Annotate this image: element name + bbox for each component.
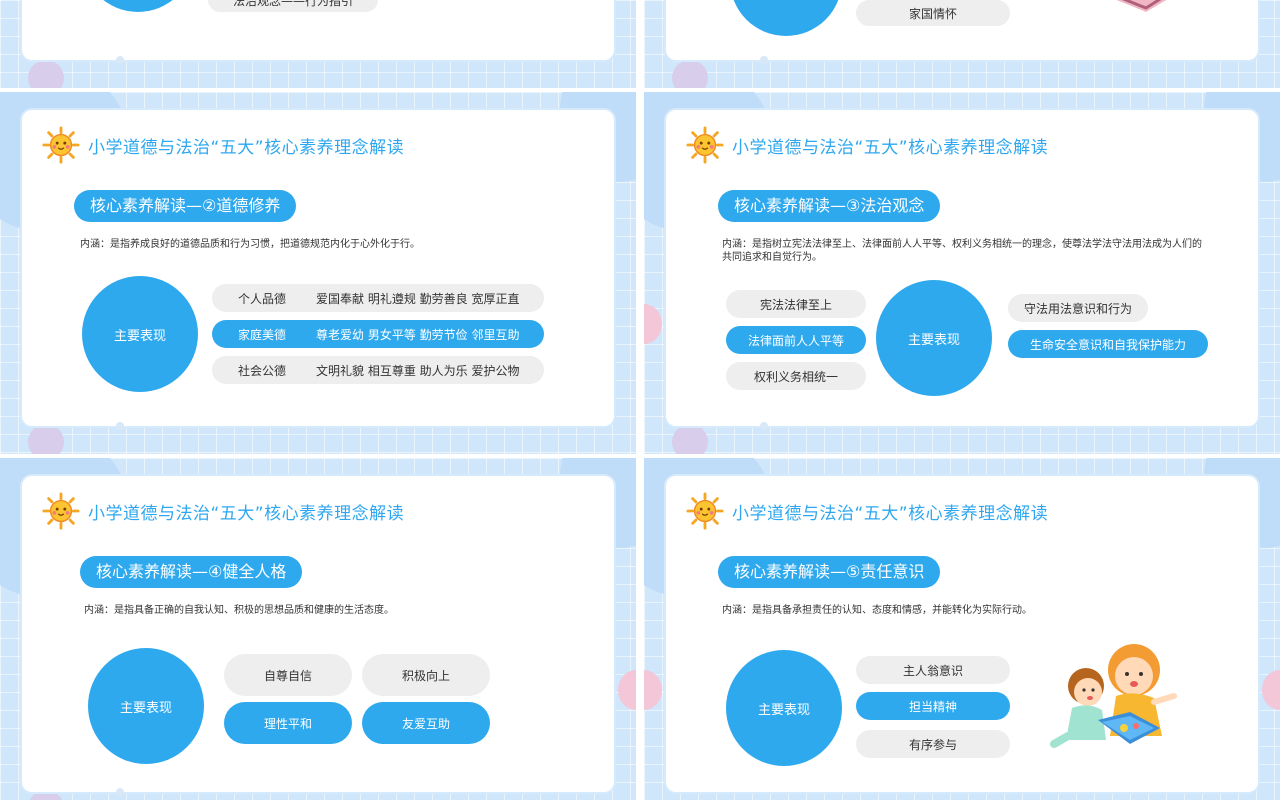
concept-pill: 权利义务相统一 — [726, 362, 866, 390]
section-heading: 核心素养解读—②道德修养 — [74, 190, 297, 222]
sun-icon — [686, 492, 724, 530]
trait-pill: 有序参与 — [856, 730, 1010, 758]
section-heading: 核心素养解读—⑤责任意识 — [718, 556, 941, 588]
card-pin — [116, 788, 124, 796]
concept-pill: 宪法法律至上 — [726, 290, 866, 318]
sun-icon — [42, 126, 80, 164]
slide-title: 小学道德与法治“五大”核心素养理念解读 — [732, 137, 1049, 158]
main-circle — [730, 0, 842, 36]
main-circle: 主要表现 — [88, 648, 204, 764]
slide-title: 小学道德与法治“五大”核心素养理念解读 — [732, 503, 1049, 524]
description-text: 内涵：是指具备正确的自我认知、积极的思想品质和健康的生活态度。 — [84, 605, 394, 616]
pill-label: 法治观念——行为指引 — [232, 0, 353, 8]
slide-card: 小学道德与法治“五大”核心素养理念解读 核心素养解读—③法治观念 内涵：是指树立… — [666, 110, 1258, 426]
card-pin — [116, 422, 124, 430]
slide-card: 小学道德与法治“五大”核心素养理念解读 核心素养解读—②道德修养 内涵：是指养成… — [22, 110, 614, 426]
slide-card: 小学道德与法治“五大”核心素养理念解读 核心素养解读—④健全人格 内涵：是指具备… — [22, 476, 614, 792]
slide-rule-of-law[interactable]: 小学道德与法治“五大”核心素养理念解读 核心素养解读—③法治观念 内涵：是指树立… — [644, 92, 1280, 454]
decor-blob — [672, 60, 708, 88]
section-heading: 核心素养解读—④健全人格 — [80, 556, 303, 588]
trait-pill: 积极向上 — [362, 654, 490, 696]
pill-label: 家国情怀 — [908, 6, 957, 21]
slide-card: 小学道德与法治“五大”核心素养理念解读 核心素养解读—⑤责任意识 内涵：是指具备… — [666, 476, 1258, 792]
main-circle: 主要表现 — [726, 650, 842, 766]
main-circle: 主要表现 — [876, 280, 992, 396]
slide-card: 法治观念——行为指引 — [22, 0, 614, 60]
pill-item: 法治观念——行为指引 — [208, 0, 378, 12]
trait-pill: 理性平和 — [224, 702, 352, 744]
trait-value: 文明礼貌 相互尊重 助人为乐 爱护公物 — [316, 363, 520, 378]
slide-card: 家国情怀 — [666, 0, 1258, 60]
decor-blob — [28, 424, 64, 454]
decor-blob — [644, 304, 662, 344]
main-circle: 主要表现 — [82, 276, 198, 392]
book-illustration — [1116, 0, 1167, 12]
title-row: 小学道德与法治“五大”核心素养理念解读 — [686, 492, 1048, 530]
card-pin — [760, 56, 768, 64]
slide-sense-of-responsibility[interactable]: 小学道德与法治“五大”核心素养理念解读 核心素养解读—⑤责任意识 内涵：是指具备… — [644, 458, 1280, 800]
slide-title: 小学道德与法治“五大”核心素养理念解读 — [88, 503, 405, 524]
title-row: 小学道德与法治“五大”核心素养理念解读 — [42, 126, 404, 164]
trait-pill: 担当精神 — [856, 692, 1010, 720]
title-row: 小学道德与法治“五大”核心素养理念解读 — [686, 126, 1048, 164]
decor-blob — [672, 424, 708, 454]
description-text: 内涵：是指树立宪法法律至上、法律面前人人平等、权利义务相统一的理念，使尊法学法守… — [722, 239, 1202, 263]
trait-value: 尊老爱幼 男女平等 勤劳节俭 邻里互助 — [316, 327, 520, 342]
trait-key: 社会公德 — [237, 363, 286, 378]
trait-pill: 友爱互助 — [362, 702, 490, 744]
decor-blob — [644, 670, 662, 710]
card-pin — [116, 56, 124, 64]
slide-top-right[interactable]: 家国情怀 — [644, 0, 1280, 88]
concept-pill: 生命安全意识和自我保护能力 — [1008, 330, 1208, 358]
pill-item: 家国情怀 — [856, 0, 1010, 26]
sun-icon — [42, 492, 80, 530]
trait-row-family: 家庭美德 尊老爱幼 男女平等 勤劳节俭 邻里互助 — [212, 320, 544, 348]
card-pin — [760, 422, 768, 430]
description-text: 内涵：是指具备承担责任的认知、态度和情感，并能转化为实际行动。 — [722, 605, 1032, 616]
sun-icon — [686, 126, 724, 164]
concept-pill: 法律面前人人平等 — [726, 326, 866, 354]
slide-healthy-personality[interactable]: 小学道德与法治“五大”核心素养理念解读 核心素养解读—④健全人格 内涵：是指具备… — [0, 458, 636, 800]
slide-top-left[interactable]: 法治观念——行为指引 — [0, 0, 636, 88]
concept-pill: 守法用法意识和行为 — [1008, 294, 1148, 322]
trait-pill: 主人翁意识 — [856, 656, 1010, 684]
trait-value: 爱国奉献 明礼遵规 勤劳善良 宽厚正直 — [316, 291, 520, 306]
trait-pill: 自尊自信 — [224, 654, 352, 696]
trait-key: 个人品德 — [237, 291, 286, 306]
decor-blob — [618, 670, 636, 710]
slide-moral-cultivation[interactable]: 小学道德与法治“五大”核心素养理念解读 核心素养解读—②道德修养 内涵：是指养成… — [0, 92, 636, 454]
decor-blob — [1262, 670, 1280, 710]
decor-blob — [28, 60, 64, 88]
children-reading-illustration — [1050, 644, 1177, 748]
main-circle — [82, 0, 194, 12]
title-row: 小学道德与法治“五大”核心素养理念解读 — [42, 492, 404, 530]
description-text: 内涵：是指养成良好的道德品质和行为习惯，把道德规范内化于心外化于行。 — [80, 239, 420, 250]
trait-row-social: 社会公德 文明礼貌 相互尊重 助人为乐 爱护公物 — [212, 356, 544, 384]
section-heading: 核心素养解读—③法治观念 — [718, 190, 941, 222]
slide-title: 小学道德与法治“五大”核心素养理念解读 — [88, 137, 405, 158]
trait-row-personal: 个人品德 爱国奉献 明礼遵规 勤劳善良 宽厚正直 — [212, 284, 544, 312]
trait-key: 家庭美德 — [237, 327, 286, 342]
